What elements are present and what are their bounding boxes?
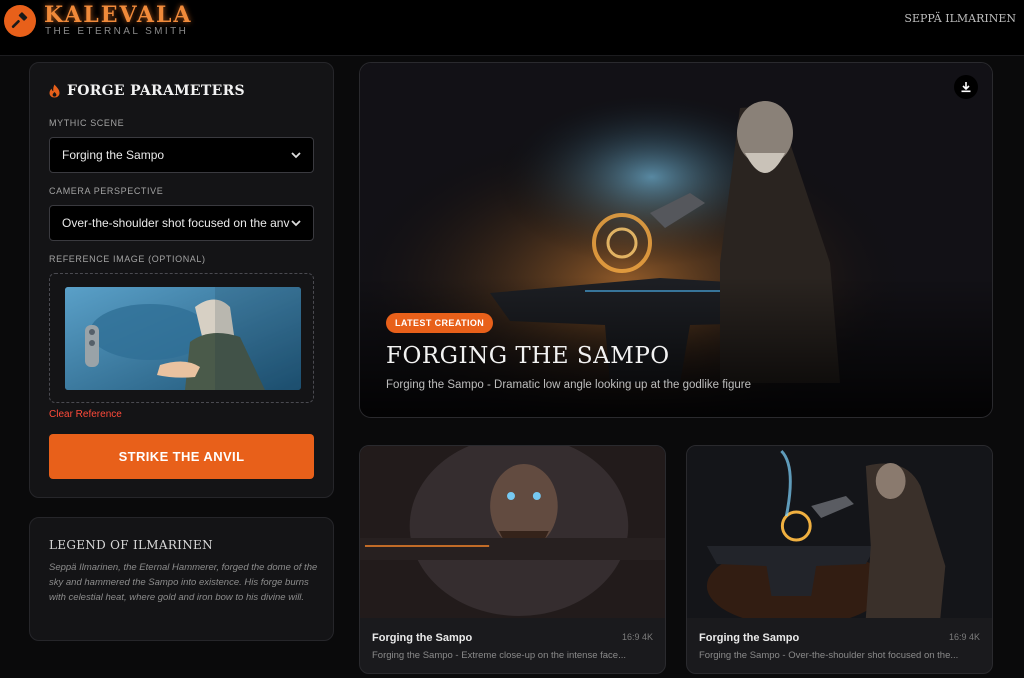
hero-creation[interactable]: LATEST CREATION FORGING THE SAMPO Forgin… bbox=[359, 62, 993, 418]
camera-perspective-label: CAMERA PERSPECTIVE bbox=[49, 186, 164, 196]
download-icon[interactable] bbox=[954, 75, 978, 99]
camera-perspective-select[interactable]: Over-the-shoulder shot focused on the an… bbox=[49, 205, 314, 241]
forge-parameters-panel: FORGE PARAMETERS MYTHIC SCENE Forging th… bbox=[29, 62, 334, 498]
hero-description: Forging the Sampo - Dramatic low angle l… bbox=[386, 379, 752, 391]
gallery-card-meta: 16:9 4K bbox=[948, 632, 980, 642]
legend-title: LEGEND OF ILMARINEN bbox=[49, 538, 213, 552]
user-name[interactable]: SEPPÄ ILMARINEN bbox=[904, 12, 1016, 25]
gallery-card-description: Forging the Sampo - Extreme close-up on … bbox=[372, 650, 626, 661]
legend-text: Seppä Ilmarinen, the Eternal Hammerer, f… bbox=[49, 562, 318, 603]
app-header: KALEVALA THE ETERNAL SMITH SEPPÄ ILMARIN… bbox=[0, 0, 1024, 56]
reference-image-label: REFERENCE IMAGE (OPTIONAL) bbox=[49, 254, 206, 264]
legend-panel: LEGEND OF ILMARINEN Seppä Ilmarinen, the… bbox=[29, 517, 334, 641]
gallery-card-title: Forging the Sampo bbox=[372, 632, 473, 644]
brand-tagline: THE ETERNAL SMITH bbox=[45, 26, 189, 37]
mythic-scene-label: MYTHIC SCENE bbox=[49, 118, 125, 128]
gallery-card[interactable]: Forging the Sampo 16:9 4K Forging the Sa… bbox=[686, 445, 993, 674]
camera-perspective-value: Over-the-shoulder shot focused on the an… bbox=[62, 216, 290, 230]
gallery-card-image bbox=[687, 446, 992, 618]
mythic-scene-value: Forging the Sampo bbox=[62, 148, 165, 162]
chevron-down-icon bbox=[291, 151, 301, 158]
mythic-scene-select[interactable]: Forging the Sampo bbox=[49, 137, 314, 173]
gallery-card-description: Forging the Sampo - Over-the-shoulder sh… bbox=[699, 650, 959, 661]
gallery-card[interactable]: Forging the Sampo 16:9 4K Forging the Sa… bbox=[359, 445, 666, 674]
strike-anvil-button[interactable]: STRIKE THE ANVIL bbox=[49, 434, 314, 479]
clear-reference-link[interactable]: Clear Reference bbox=[49, 409, 122, 420]
chevron-down-icon bbox=[291, 219, 301, 226]
reference-image-preview bbox=[65, 287, 301, 390]
hammer-icon[interactable] bbox=[4, 5, 36, 37]
forge-parameters-title: FORGE PARAMETERS bbox=[67, 83, 245, 99]
gallery-card-title: Forging the Sampo bbox=[699, 632, 800, 644]
flame-icon bbox=[49, 84, 60, 98]
reference-image-dropzone[interactable] bbox=[49, 273, 314, 403]
gallery-card-image bbox=[360, 446, 665, 618]
forge-parameters-heading: FORGE PARAMETERS bbox=[48, 83, 245, 99]
brand-title: KALEVALA bbox=[44, 2, 193, 28]
hero-title: FORGING THE SAMPO bbox=[386, 343, 670, 369]
latest-creation-badge: LATEST CREATION bbox=[386, 313, 494, 333]
gallery-card-meta: 16:9 4K bbox=[621, 632, 653, 642]
